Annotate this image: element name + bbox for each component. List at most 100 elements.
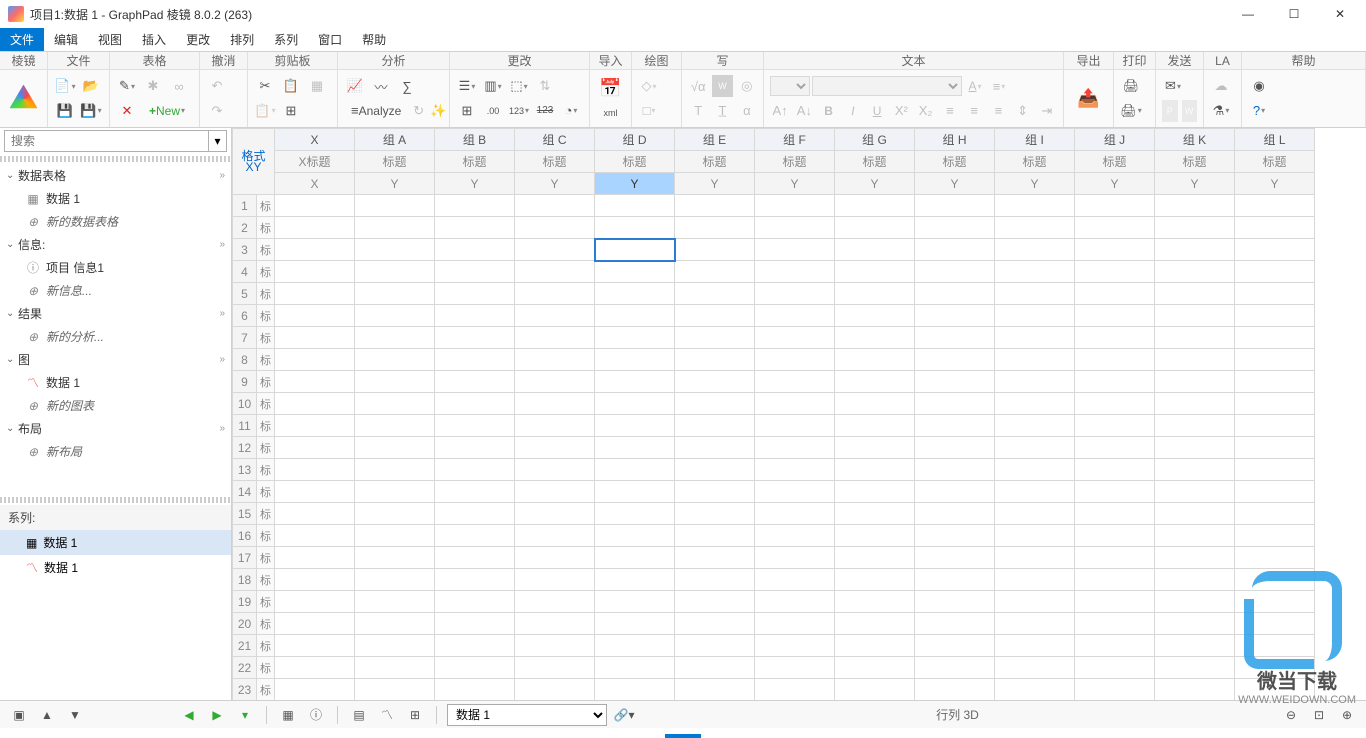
link-sheets-button[interactable]: 🔗▾ [613, 704, 635, 726]
sub-y[interactable]: Y [1235, 173, 1315, 195]
cell[interactable] [915, 525, 995, 547]
cols-button[interactable]: ▥▾ [482, 75, 504, 97]
row-header[interactable]: 5 [233, 283, 257, 305]
data-grid[interactable]: 格式XY X 组 A 组 B 组 C 组 D 组 E 组 F 组 G 组 H 组… [232, 128, 1315, 700]
view-table-button[interactable]: ▦ [277, 704, 299, 726]
cell[interactable] [1235, 393, 1315, 415]
cell[interactable] [355, 437, 435, 459]
cell[interactable] [435, 547, 515, 569]
cell[interactable] [835, 239, 915, 261]
cell[interactable] [755, 393, 835, 415]
cell[interactable] [1075, 525, 1155, 547]
cell[interactable] [1235, 459, 1315, 481]
cell[interactable] [915, 679, 995, 701]
row-header[interactable]: 3 [233, 239, 257, 261]
col-header-h[interactable]: 组 H [915, 129, 995, 151]
row-label[interactable]: 标 [257, 569, 275, 591]
cell[interactable] [755, 415, 835, 437]
new-file-button[interactable]: 📄▾ [54, 75, 76, 97]
cell[interactable] [1075, 679, 1155, 701]
col-title[interactable]: 标题 [1155, 151, 1235, 173]
cell[interactable] [1235, 261, 1315, 283]
col-title[interactable]: 标题 [1075, 151, 1155, 173]
cell[interactable] [515, 503, 595, 525]
open-file-button[interactable]: 📂 [80, 75, 102, 97]
item-new-graph[interactable]: ⊕新的图表 [0, 394, 231, 417]
cell[interactable] [435, 239, 515, 261]
sub-y[interactable]: Y [435, 173, 515, 195]
cell[interactable] [835, 503, 915, 525]
row-header[interactable]: 7 [233, 327, 257, 349]
cell[interactable] [595, 525, 675, 547]
cell[interactable] [275, 569, 355, 591]
cell[interactable] [355, 327, 435, 349]
view-info-button[interactable]: ⓘ [305, 704, 327, 726]
cell[interactable] [435, 437, 515, 459]
cell[interactable] [435, 327, 515, 349]
cell[interactable] [1235, 657, 1315, 679]
cell[interactable] [595, 305, 675, 327]
cut-button[interactable]: ✂ [254, 75, 276, 97]
play-menu-button[interactable]: ▾ [234, 704, 256, 726]
row-header[interactable]: 20 [233, 613, 257, 635]
cell[interactable] [755, 591, 835, 613]
row-label[interactable]: 标 [257, 239, 275, 261]
cell[interactable] [995, 657, 1075, 679]
cell[interactable] [355, 283, 435, 305]
cell[interactable] [275, 613, 355, 635]
cell[interactable] [995, 679, 1075, 701]
cell[interactable] [595, 327, 675, 349]
cell[interactable] [355, 657, 435, 679]
cell[interactable] [1075, 393, 1155, 415]
cell[interactable] [355, 503, 435, 525]
row-header[interactable]: 13 [233, 459, 257, 481]
zoom-in-button[interactable]: ⊕ [1336, 704, 1358, 726]
row-header[interactable]: 9 [233, 371, 257, 393]
col-header-j[interactable]: 组 J [1075, 129, 1155, 151]
cell[interactable] [835, 569, 915, 591]
col-header-d[interactable]: 组 D [595, 129, 675, 151]
col-title[interactable]: 标题 [595, 151, 675, 173]
cell[interactable] [1235, 327, 1315, 349]
stats-button[interactable]: ∑ [396, 75, 418, 97]
cell[interactable] [675, 217, 755, 239]
row-label[interactable]: 标 [257, 503, 275, 525]
cell[interactable] [995, 481, 1075, 503]
section-results[interactable]: ⌄结果» [0, 302, 231, 325]
col-header-k[interactable]: 组 K [1155, 129, 1235, 151]
divider-2[interactable] [0, 497, 231, 503]
cell[interactable] [835, 635, 915, 657]
row-label[interactable]: 标 [257, 415, 275, 437]
cell[interactable] [275, 547, 355, 569]
sub-y[interactable]: Y [515, 173, 595, 195]
cell[interactable] [835, 261, 915, 283]
col-title-x[interactable]: X标题 [275, 151, 355, 173]
cell[interactable] [355, 635, 435, 657]
row-header[interactable]: 15 [233, 503, 257, 525]
cell[interactable] [275, 679, 355, 701]
cell[interactable] [1155, 569, 1235, 591]
item-new-info[interactable]: ⊕新信息... [0, 279, 231, 302]
cell[interactable] [1235, 569, 1315, 591]
cell[interactable] [435, 525, 515, 547]
cell[interactable] [675, 283, 755, 305]
cell[interactable] [675, 261, 755, 283]
cell[interactable] [835, 613, 915, 635]
cell[interactable] [995, 415, 1075, 437]
cell[interactable] [675, 195, 755, 217]
cell[interactable] [995, 195, 1075, 217]
cell[interactable] [995, 613, 1075, 635]
cell[interactable] [275, 371, 355, 393]
cell[interactable] [515, 657, 595, 679]
cell[interactable] [355, 591, 435, 613]
cell[interactable] [675, 613, 755, 635]
sub-y[interactable]: Y [835, 173, 915, 195]
cell[interactable] [1155, 283, 1235, 305]
search-input[interactable] [4, 130, 209, 152]
cell[interactable] [915, 591, 995, 613]
cell[interactable] [595, 239, 675, 261]
cell[interactable] [595, 679, 675, 701]
col-header-e[interactable]: 组 E [675, 129, 755, 151]
cell[interactable] [1155, 349, 1235, 371]
cell[interactable] [355, 239, 435, 261]
